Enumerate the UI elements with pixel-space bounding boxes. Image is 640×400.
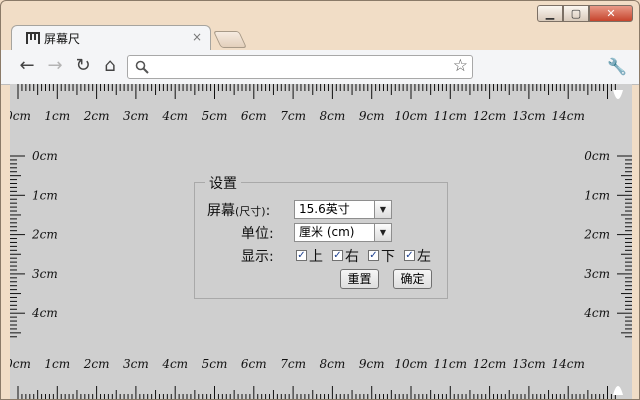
page-content: 0cm 1cm 2cm 3cm 4cm 5cm 6cm 7cm 8cm 9cm 10cm 11cm 12… xyxy=(10,84,632,399)
ruler-label-right: 3cm xyxy=(584,267,610,281)
ruler-corner-marker xyxy=(613,90,623,99)
ruler-label-bottom: 5cm xyxy=(202,357,228,371)
ruler-label-bottom: 6cm xyxy=(241,357,267,371)
ruler-label-bottom: 0cm xyxy=(10,357,31,371)
screen-label-text: 屏幕 xyxy=(207,203,235,219)
ruler-label-left: 0cm xyxy=(32,149,58,163)
ruler-icon xyxy=(26,32,40,45)
ruler-label-top: 5cm xyxy=(202,109,228,123)
show-left-label: 左 xyxy=(417,249,431,265)
show-bottom-checkbox[interactable]: ✓ xyxy=(368,250,379,261)
ruler-label-top: 7cm xyxy=(280,109,306,123)
ruler-label-left: 3cm xyxy=(32,267,58,281)
reset-button[interactable]: 重置 xyxy=(340,269,379,289)
screen-size-label: 屏幕(尺寸): xyxy=(207,200,270,220)
ruler-label-left: 4cm xyxy=(31,306,58,320)
ruler-label-right: 4cm xyxy=(583,306,610,320)
ruler-corner-marker xyxy=(613,386,623,395)
ruler-label-top: 0cm xyxy=(10,109,31,123)
ruler-label-bottom: 4cm xyxy=(161,357,188,371)
address-bar[interactable]: ☆ xyxy=(127,55,473,79)
ruler-label-top: 10cm xyxy=(394,109,427,123)
screen-label-colon: : xyxy=(265,203,271,219)
ruler-label-top: 6cm xyxy=(241,109,267,123)
forward-icon[interactable]: → xyxy=(45,56,65,76)
show-right-checkbox[interactable]: ✓ xyxy=(332,250,343,261)
ruler-label-top: 2cm xyxy=(83,109,110,123)
maximize-button[interactable]: ▢ xyxy=(563,5,589,22)
ruler-label-bottom: 14cm xyxy=(552,357,585,371)
ruler-label-right: 2cm xyxy=(583,228,610,242)
chevron-down-icon: ▼ xyxy=(374,224,391,241)
tab-close-icon[interactable]: × xyxy=(192,30,202,44)
ruler-label-bottom: 1cm xyxy=(44,357,70,371)
reload-icon[interactable]: ↻ xyxy=(73,56,93,76)
ruler-label-bottom: 10cm xyxy=(394,357,427,371)
ruler-label-left: 1cm xyxy=(32,188,58,202)
ruler-label-bottom: 11cm xyxy=(434,357,467,371)
chevron-down-icon: ▼ xyxy=(374,201,391,218)
ruler-label-bottom: 2cm xyxy=(83,357,110,371)
ruler-label-bottom: 9cm xyxy=(359,357,385,371)
ruler-label-bottom: 3cm xyxy=(123,357,149,371)
screen-size-select[interactable]: 15.6英寸 ▼ xyxy=(294,200,392,219)
ruler-label-top: 11cm xyxy=(434,109,467,123)
back-icon[interactable]: ← xyxy=(17,56,37,76)
ruler-label-top: 9cm xyxy=(359,109,385,123)
window-controls: ▁ ▢ ✕ xyxy=(537,5,633,22)
ruler-label-right: 0cm xyxy=(584,149,610,163)
ruler-label-bottom: 13cm xyxy=(512,357,545,371)
tab-title: 屏幕尺 xyxy=(44,32,81,46)
minimize-button[interactable]: ▁ xyxy=(537,5,563,22)
home-icon[interactable]: ⌂ xyxy=(100,56,120,76)
show-top-label: 上 xyxy=(309,249,323,265)
wrench-icon[interactable]: 🔧 xyxy=(607,57,627,76)
ruler-label-top: 4cm xyxy=(161,109,188,123)
bookmark-star-icon[interactable]: ☆ xyxy=(453,56,468,76)
show-bottom-label: 下 xyxy=(381,249,395,265)
ruler-label-left: 2cm xyxy=(31,228,58,242)
unit-select[interactable]: 厘米 (cm) ▼ xyxy=(294,223,392,242)
show-right-label: 右 xyxy=(345,249,359,265)
new-tab-button[interactable] xyxy=(213,31,247,48)
search-icon xyxy=(135,60,149,74)
ruler-label-bottom: 7cm xyxy=(280,357,306,371)
browser-toolbar: ← → ↻ ⌂ ☆ 🔧 xyxy=(1,50,639,85)
ruler-label-bottom: 8cm xyxy=(320,357,346,371)
ruler-label-top: 12cm xyxy=(473,109,506,123)
unit-label: 单位: xyxy=(241,226,274,242)
unit-value: 厘米 (cm) xyxy=(299,225,355,239)
settings-panel: 设置 屏幕(尺寸): 15.6英寸 ▼ 单位: 厘米 (cm) ▼ 显示: ✓ … xyxy=(194,173,448,299)
screen-size-value: 15.6英寸 xyxy=(299,202,350,216)
show-top-checkbox[interactable]: ✓ xyxy=(296,250,307,261)
browser-tab[interactable]: 屏幕尺 × xyxy=(11,25,211,51)
screen-label-small: (尺寸) xyxy=(235,205,266,218)
close-window-button[interactable]: ✕ xyxy=(589,5,633,22)
ok-button[interactable]: 确定 xyxy=(393,269,432,289)
ruler-label-top: 13cm xyxy=(512,109,545,123)
ruler-label-top: 1cm xyxy=(44,109,70,123)
browser-window: ▁ ▢ ✕ 屏幕尺 × ← → ↻ ⌂ ☆ 🔧 0cm 1cm 2cm 3cm 4cm 5… xyxy=(0,0,640,400)
ruler-label-top: 8cm xyxy=(320,109,346,123)
show-left-checkbox[interactable]: ✓ xyxy=(404,250,415,261)
ruler-label-top: 3cm xyxy=(123,109,149,123)
display-label: 显示: xyxy=(241,249,274,265)
ruler-label-top: 14cm xyxy=(552,109,585,123)
settings-legend: 设置 xyxy=(205,173,241,193)
ruler-label-right: 1cm xyxy=(584,188,610,202)
ruler-label-bottom: 12cm xyxy=(473,357,506,371)
